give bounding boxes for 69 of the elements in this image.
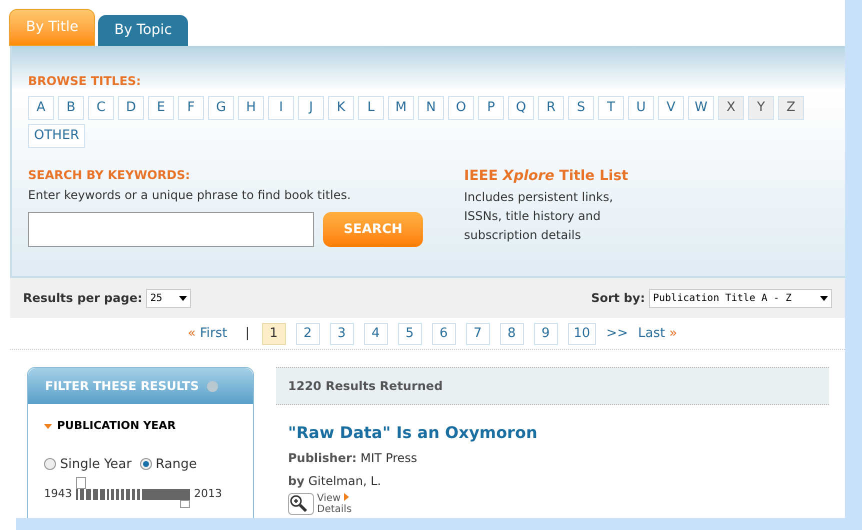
letter-link[interactable]: B (58, 96, 84, 120)
letter-link[interactable]: J (298, 96, 324, 120)
page-link[interactable]: 8 (500, 322, 524, 344)
per-page-label: Results per page: (23, 290, 142, 307)
caret-icon (179, 296, 188, 300)
sort-label: Sort by: (591, 290, 645, 307)
letter-link[interactable]: Q (508, 96, 534, 120)
letter-link[interactable]: W (688, 96, 714, 120)
letter-link[interactable]: T (598, 96, 624, 120)
letter-link[interactable]: F (178, 96, 204, 120)
page-link[interactable]: 2 (296, 322, 320, 344)
year-label: 1943 (44, 486, 72, 502)
publisher-text: Publisher: MIT Press (288, 450, 418, 467)
letter-link[interactable]: M (388, 96, 414, 120)
radio-button[interactable] (140, 458, 152, 470)
search-hint: Enter keywords or a unique phrase to find book titles. (28, 187, 352, 204)
view-details-link[interactable]: View Details (317, 493, 352, 515)
last-page-link[interactable]: Last » (638, 324, 678, 344)
letter-link[interactable]: H (238, 96, 264, 120)
section-heading: PUBLICATION YEAR (57, 418, 176, 434)
magnifier-icon[interactable] (288, 493, 314, 515)
per-page-dropdown[interactable]: 25 (146, 288, 192, 308)
letter-link[interactable]: N (418, 96, 444, 120)
letter-link[interactable]: S (568, 96, 594, 120)
section-heading: SEARCH BY KEYWORDS: (28, 167, 192, 184)
page-link[interactable]: 4 (364, 322, 388, 344)
letter-link[interactable]: P (478, 96, 504, 120)
letter-link[interactable]: I (268, 96, 294, 120)
author-text: by Gitelman, L. (288, 473, 382, 490)
letter-link[interactable]: OTHER (28, 124, 86, 148)
title-list-description: Includes persistent links, ISSNs, title history and subscription details (464, 189, 614, 244)
page-link[interactable]: 7 (466, 322, 490, 344)
results-count: 1220 Results Returned (288, 378, 443, 395)
first-page-link[interactable]: « First (188, 324, 228, 344)
page-link[interactable]: 10 (568, 322, 596, 344)
radio-button[interactable] (44, 458, 56, 470)
letter-link[interactable]: K (328, 96, 354, 120)
letter-link[interactable]: R (538, 96, 564, 120)
letter-link[interactable]: L (358, 96, 384, 120)
result-title-link[interactable]: "Raw Data" Is an Oxymoron (288, 421, 817, 445)
page-link[interactable]: 1 (262, 322, 286, 344)
page-link[interactable]: 3 (330, 322, 354, 344)
page-link[interactable]: 6 (432, 322, 456, 344)
caret-icon (820, 296, 828, 300)
expand-triangle-icon[interactable] (44, 424, 52, 429)
sort-dropdown[interactable]: Publication Title A - Z (649, 288, 832, 308)
letter-link[interactable]: E (148, 96, 174, 120)
page-link[interactable]: 5 (398, 322, 422, 344)
letter-link[interactable]: U (628, 96, 654, 120)
radio-label: Range (156, 456, 197, 474)
letter-link[interactable]: D (118, 96, 144, 120)
section-heading: BROWSE TITLES: (28, 73, 142, 90)
page-link[interactable]: 9 (534, 322, 558, 344)
radio-label: Single Year (60, 456, 132, 474)
letter-link[interactable]: C (88, 96, 114, 120)
arrow-icon (344, 493, 349, 501)
letter-link[interactable]: V (658, 96, 684, 120)
search-field[interactable] (28, 212, 314, 247)
next-link[interactable]: >> (606, 324, 628, 344)
letter-link[interactable]: G (208, 96, 234, 120)
letter-link[interactable]: O (448, 96, 474, 120)
letter-link[interactable]: A (28, 96, 54, 120)
slider-handle[interactable] (180, 500, 190, 508)
slider-handle[interactable] (76, 476, 86, 489)
filter-title: FILTER THESE RESULTS (45, 378, 199, 395)
tab[interactable]: By Topic (98, 15, 188, 46)
year-label: 2013 (194, 486, 222, 502)
separator: | (245, 324, 250, 343)
title-list-link[interactable]: IEEE Xplore Title List (464, 166, 664, 187)
